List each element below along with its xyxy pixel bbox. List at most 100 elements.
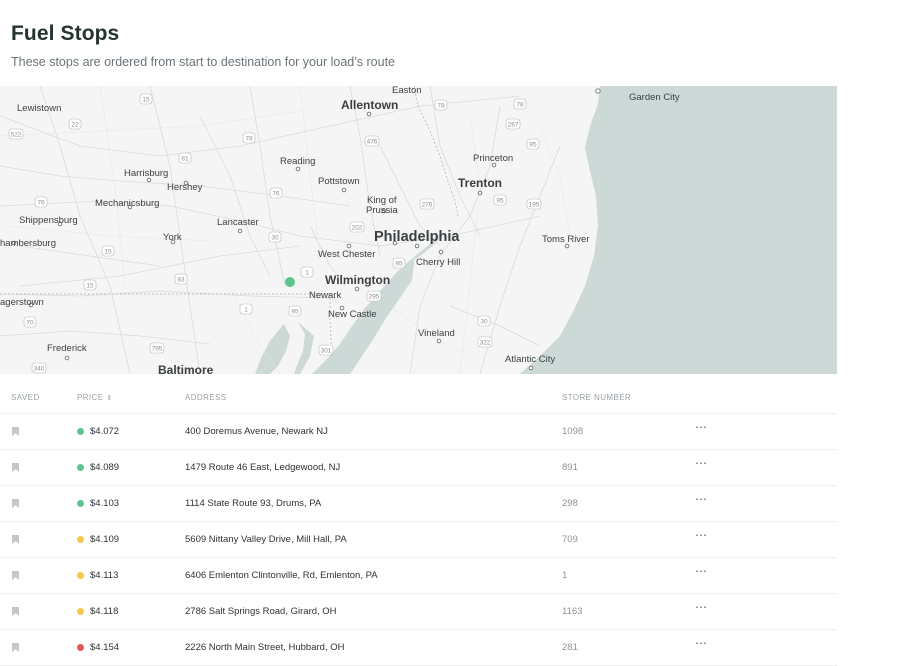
more-options-icon[interactable]: ⋯ — [695, 636, 708, 650]
map-label-atlantic-city: Atlantic City — [505, 354, 555, 365]
more-options-icon[interactable]: ⋯ — [695, 600, 708, 614]
address-value: 1479 Route 46 East, Ledgewood, NJ — [185, 462, 341, 473]
svg-text:287: 287 — [508, 121, 519, 128]
bookmark-icon[interactable] — [12, 607, 19, 616]
svg-text:322: 322 — [480, 339, 491, 346]
header-store-number: STORE NUMBER — [562, 393, 632, 402]
header-address: ADDRESS — [185, 393, 227, 402]
svg-text:30: 30 — [480, 318, 488, 325]
svg-text:95: 95 — [395, 260, 403, 267]
store-number-value: 1 — [562, 570, 568, 581]
address-value: 5609 Nittany Valley Drive, Mill Hall, PA — [185, 534, 347, 545]
price-status-dot — [77, 536, 84, 543]
more-options-icon[interactable]: ⋯ — [695, 492, 708, 506]
price-status-dot — [77, 572, 84, 579]
map-label-cherry-hill: Cherry Hill — [416, 257, 460, 268]
bookmark-icon[interactable] — [12, 463, 19, 472]
svg-text:76: 76 — [272, 190, 280, 197]
map-label-reading: Reading — [280, 156, 315, 167]
bookmark-icon[interactable] — [12, 427, 19, 436]
map-label-philadelphia: Philadelphia — [374, 229, 460, 245]
address-value: 2226 North Main Street, Hubbard, OH — [185, 642, 345, 653]
map-label-lancaster: Lancaster — [217, 217, 259, 228]
address-value: 2786 Salt Springs Road, Girard, OH — [185, 606, 337, 617]
map-canvas[interactable]: 15 22 522 78 476 78 78 287 81 95 76 276 … — [0, 86, 837, 374]
fuel-stop-marker[interactable] — [285, 277, 295, 287]
store-number-value: 1163 — [562, 606, 583, 617]
address-value: 1114 State Route 93, Drums, PA — [185, 498, 322, 509]
table-row[interactable]: $4.113 6406 Emlenton Clintonville, Rd, Em… — [0, 558, 837, 594]
price-value: $4.109 — [90, 534, 120, 545]
map-label-garden-city: Garden City — [629, 92, 680, 103]
map-label-princeton: Princeton — [473, 153, 513, 164]
table-header: SAVED PRICE ⇕ ADDRESS STORE NUMBER — [0, 388, 837, 414]
more-options-icon[interactable]: ⋯ — [695, 564, 708, 578]
svg-text:202: 202 — [352, 224, 363, 231]
more-options-icon[interactable]: ⋯ — [695, 420, 708, 434]
store-number-value: 891 — [562, 462, 578, 473]
svg-text:195: 195 — [529, 201, 540, 208]
svg-text:22: 22 — [71, 121, 79, 128]
map-label-allentown: Allentown — [341, 98, 398, 112]
more-options-icon[interactable]: ⋯ — [695, 528, 708, 542]
store-number-value: 709 — [562, 534, 578, 545]
bookmark-icon[interactable] — [12, 571, 19, 580]
table-row[interactable]: $4.154 2226 North Main Street, Hubbard, O… — [0, 630, 837, 666]
map-label-mechanicsburg: Mechanicsburg — [95, 198, 159, 209]
header-price[interactable]: PRICE ⇕ — [77, 393, 113, 402]
store-number-value: 298 — [562, 498, 578, 509]
map-label-hershey: Hershey — [167, 182, 203, 193]
price-status-dot — [77, 500, 84, 507]
svg-text:15: 15 — [86, 282, 94, 289]
bookmark-icon[interactable] — [12, 643, 19, 652]
svg-text:795: 795 — [152, 345, 163, 352]
price-value: $4.118 — [90, 606, 119, 617]
route-map[interactable]: 15 22 522 78 476 78 78 287 81 95 76 276 … — [0, 86, 837, 374]
svg-text:76: 76 — [37, 199, 45, 206]
svg-text:78: 78 — [516, 101, 524, 108]
svg-text:78: 78 — [245, 135, 253, 142]
map-label-pottstown: Pottstown — [318, 176, 360, 187]
table-row[interactable]: $4.109 5609 Nittany Valley Drive, Mill Ha… — [0, 522, 837, 558]
map-label-frederick: Frederick — [47, 343, 87, 354]
map-label-trenton: Trenton — [458, 176, 502, 190]
map-label-lewistown: Lewistown — [17, 103, 61, 114]
price-status-dot — [77, 608, 84, 615]
svg-text:70: 70 — [26, 319, 34, 326]
map-label-baltimore: Baltimore — [158, 363, 214, 374]
svg-text:95: 95 — [291, 308, 299, 315]
table-row[interactable]: $4.118 2786 Salt Springs Road, Girard, OH… — [0, 594, 837, 630]
bookmark-icon[interactable] — [12, 535, 19, 544]
address-value: 400 Doremus Avenue, Newark NJ — [185, 426, 328, 437]
map-label-new-castle: New Castle — [328, 309, 377, 320]
map-label-prussia: Prussia — [366, 205, 398, 216]
svg-text:301: 301 — [321, 347, 332, 354]
fuel-stops-table: SAVED PRICE ⇕ ADDRESS STORE NUMBER $4.072… — [0, 388, 837, 666]
price-value: $4.103 — [90, 498, 120, 509]
bookmark-icon[interactable] — [12, 499, 19, 508]
map-label-toms-river: Toms River — [542, 234, 590, 245]
table-row[interactable]: $4.072 400 Doremus Avenue, Newark NJ 1098 ⋯ — [0, 414, 837, 450]
page-subtitle: These stops are ordered from start to de… — [11, 55, 395, 69]
header-saved: SAVED — [11, 393, 40, 402]
more-options-icon[interactable]: ⋯ — [695, 456, 708, 470]
sort-icon[interactable]: ⇕ — [106, 394, 112, 402]
price-status-dot — [77, 428, 84, 435]
page-title: Fuel Stops — [11, 22, 120, 45]
svg-text:15: 15 — [142, 96, 150, 103]
svg-text:15: 15 — [104, 248, 112, 255]
table-row[interactable]: $4.089 1479 Route 46 East, Ledgewood, NJ 8… — [0, 450, 837, 486]
map-label-wilmington: Wilmington — [325, 273, 390, 287]
map-label-harrisburg: Harrisburg — [124, 168, 168, 179]
price-value: $4.089 — [90, 462, 120, 473]
store-number-value: 1098 — [562, 426, 584, 437]
price-value: $4.072 — [90, 426, 120, 437]
table-row[interactable]: $4.103 1114 State Route 93, Drums, PA 298 ⋯ — [0, 486, 837, 522]
svg-text:1: 1 — [305, 269, 309, 276]
map-label-shippensburg: Shippensburg — [19, 215, 78, 226]
map-label-newark: Newark — [309, 290, 341, 301]
map-label-york: York — [163, 232, 182, 243]
svg-text:1: 1 — [244, 306, 248, 313]
map-label-hagerstown: agerstown — [0, 297, 44, 308]
svg-text:276: 276 — [422, 201, 433, 208]
